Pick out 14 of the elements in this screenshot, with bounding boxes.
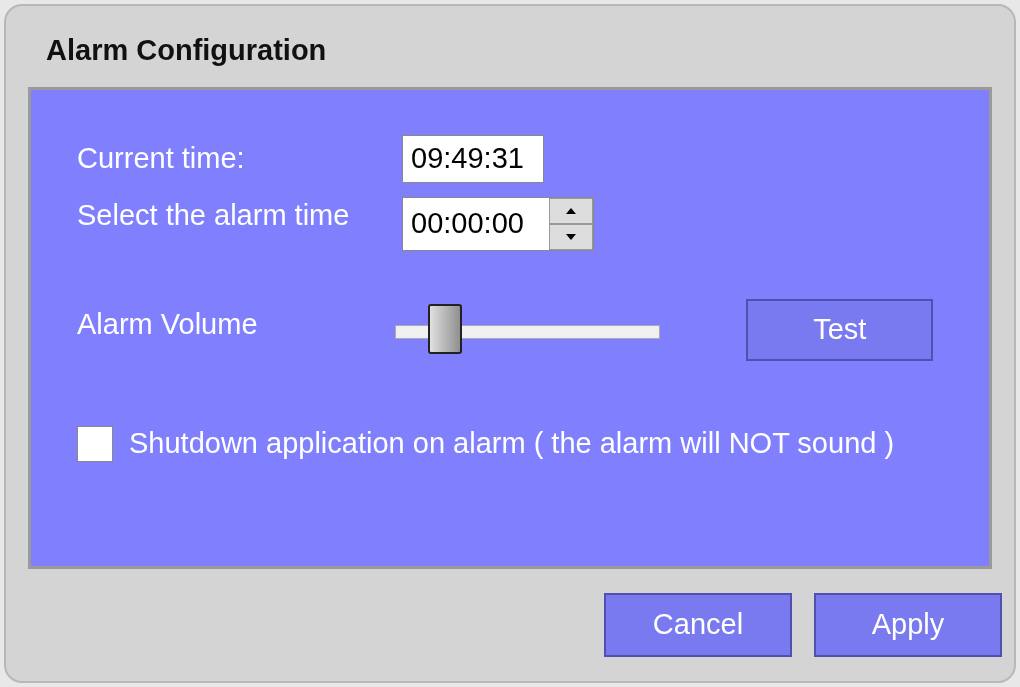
shutdown-checkbox[interactable]: [77, 425, 113, 462]
alarm-time-label: Select the alarm time: [77, 198, 351, 234]
spin-down-icon[interactable]: [549, 224, 593, 250]
volume-label: Alarm Volume: [77, 307, 259, 343]
dialog-button[interactable]: Apply: [814, 593, 1002, 657]
alarm-time-field[interactable]: 00:00:00: [402, 197, 594, 251]
current-time-label: Current time:: [77, 141, 246, 177]
dialog-button[interactable]: Cancel: [604, 593, 792, 657]
shutdown-label: Shutdown application on alarm ( the alarm will NOT sound ): [129, 426, 895, 461]
spin-up-icon[interactable]: [549, 198, 593, 224]
window-title: Alarm Configuration: [46, 36, 328, 65]
slider-thumb[interactable]: [428, 304, 463, 354]
test-button[interactable]: Test: [746, 299, 933, 361]
current-time-field: 09:49:31: [402, 135, 544, 183]
